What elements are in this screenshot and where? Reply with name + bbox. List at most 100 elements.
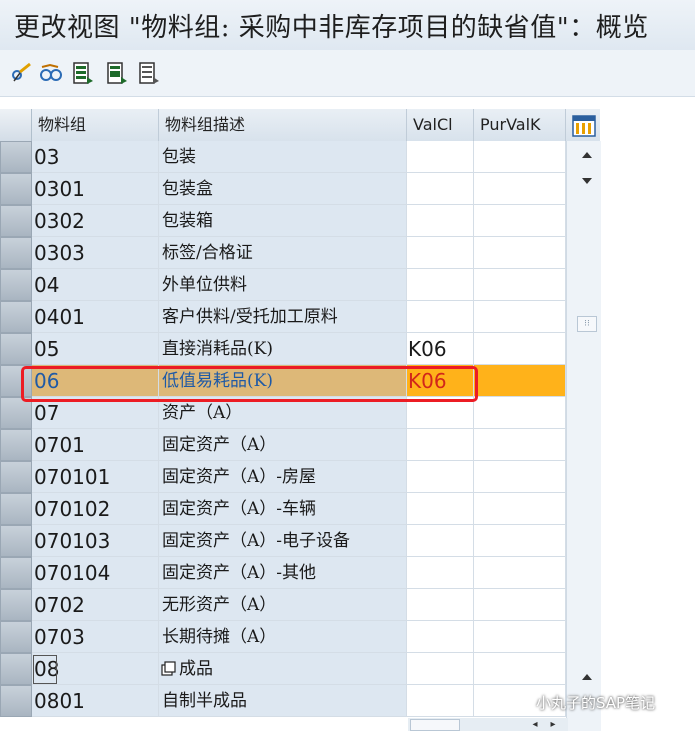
cell-description: 固定资产（A）-电子设备 [159, 525, 407, 557]
row-selector[interactable] [0, 301, 32, 333]
row-selector[interactable] [0, 237, 32, 269]
input-valcl[interactable] [407, 493, 474, 525]
cell-description: 自制半成品 [159, 685, 407, 717]
scroll-up-icon[interactable] [577, 148, 597, 162]
input-valcl[interactable]: K06 [407, 333, 474, 365]
select-all-rows-button[interactable] [0, 109, 32, 141]
wechat-icon [508, 691, 530, 713]
input-valcl[interactable] [407, 429, 474, 461]
column-settings-icon[interactable] [570, 112, 598, 140]
horizontal-scroll-thumb[interactable] [410, 719, 460, 731]
table-row[interactable]: 08 成品 [0, 653, 566, 685]
row-selector[interactable] [0, 525, 32, 557]
row-selector[interactable] [0, 621, 32, 653]
scroll-down-icon[interactable] [577, 174, 597, 188]
input-purvalk[interactable] [474, 141, 566, 173]
input-valcl[interactable] [407, 557, 474, 589]
row-selector[interactable] [0, 365, 32, 397]
input-purvalk[interactable] [474, 493, 566, 525]
table-row[interactable]: 0303 标签/合格证 [0, 237, 566, 269]
input-valcl[interactable] [407, 525, 474, 557]
input-valcl[interactable] [407, 301, 474, 333]
table-row[interactable]: 07 资产（A） [0, 397, 566, 429]
input-valcl[interactable] [407, 205, 474, 237]
input-valcl[interactable]: K06 [407, 365, 474, 397]
row-selector[interactable] [0, 141, 32, 173]
row-selector[interactable] [0, 461, 32, 493]
input-valcl[interactable] [407, 269, 474, 301]
input-purvalk[interactable] [474, 557, 566, 589]
input-valcl[interactable] [407, 621, 474, 653]
table-row[interactable]: 05 直接消耗品(K) K06 [0, 333, 566, 365]
input-valcl[interactable] [407, 589, 474, 621]
row-selector[interactable] [0, 685, 32, 717]
table-row[interactable]: 0801 自制半成品 [0, 685, 566, 717]
table-row[interactable]: 070103 固定资产（A）-电子设备 [0, 525, 566, 557]
table-row[interactable]: 0302 包装箱 [0, 205, 566, 237]
table-row[interactable]: 03 包装 [0, 141, 566, 173]
table-row[interactable]: 070104 固定资产（A）-其他 [0, 557, 566, 589]
select-block-icon[interactable] [104, 60, 130, 86]
input-purvalk[interactable] [474, 589, 566, 621]
row-selector[interactable] [0, 493, 32, 525]
cell-description: 直接消耗品(K) [159, 333, 407, 365]
input-purvalk[interactable] [474, 621, 566, 653]
input-purvalk[interactable] [474, 237, 566, 269]
row-selector[interactable] [0, 333, 32, 365]
input-valcl[interactable] [407, 237, 474, 269]
column-header-material-group[interactable]: 物料组 [32, 109, 159, 141]
table-row[interactable]: 04 外单位供料 [0, 269, 566, 301]
table-row[interactable]: 070102 固定资产（A）-车辆 [0, 493, 566, 525]
input-purvalk[interactable] [474, 333, 566, 365]
input-purvalk[interactable] [474, 653, 566, 685]
table-row[interactable]: 070101 固定资产（A）-房屋 [0, 461, 566, 493]
table-row[interactable]: 0702 无形资产（A） [0, 589, 566, 621]
cell-description: 固定资产（A）-其他 [159, 557, 407, 589]
vertical-scrollbar[interactable] [566, 141, 601, 731]
input-purvalk[interactable] [474, 429, 566, 461]
row-selector[interactable] [0, 269, 32, 301]
input-purvalk[interactable] [474, 397, 566, 429]
cell-description: 长期待摊（A） [159, 621, 407, 653]
scroll-right-icon[interactable]: ▸ [546, 719, 560, 731]
input-valcl[interactable] [407, 141, 474, 173]
row-selector[interactable] [0, 557, 32, 589]
scroll-thumb[interactable]: ⁝⁝ [577, 316, 597, 332]
input-purvalk[interactable] [474, 205, 566, 237]
column-header-description[interactable]: 物料组描述 [159, 109, 407, 141]
input-purvalk[interactable] [474, 525, 566, 557]
deselect-all-icon[interactable] [136, 60, 162, 86]
cell-material-group: 03 [32, 141, 159, 173]
input-cursor-focus [33, 655, 57, 684]
scroll-up-bottom-icon[interactable] [577, 670, 597, 684]
edit-glasses-icon[interactable] [8, 60, 34, 86]
input-purvalk[interactable] [474, 365, 566, 397]
table-row[interactable]: 0401 客户供料/受托加工原料 [0, 301, 566, 333]
cell-material-group: 0401 [32, 301, 159, 333]
input-valcl[interactable] [407, 685, 474, 717]
row-selector[interactable] [0, 205, 32, 237]
input-purvalk[interactable] [474, 461, 566, 493]
row-selector[interactable] [0, 397, 32, 429]
select-all-icon[interactable] [70, 60, 96, 86]
column-header-valcl[interactable]: ValCl [407, 109, 474, 141]
input-purvalk[interactable] [474, 173, 566, 205]
scroll-left-icon[interactable]: ◂ [528, 719, 542, 731]
input-valcl[interactable] [407, 653, 474, 685]
column-header-purvalk[interactable]: PurValK [474, 109, 566, 141]
input-valcl[interactable] [407, 461, 474, 493]
table-row[interactable]: 0301 包装盒 [0, 173, 566, 205]
row-selector[interactable] [0, 429, 32, 461]
input-purvalk[interactable] [474, 301, 566, 333]
input-purvalk[interactable] [474, 269, 566, 301]
input-valcl[interactable] [407, 397, 474, 429]
table-row[interactable]: 0703 长期待摊（A） [0, 621, 566, 653]
row-selector[interactable] [0, 173, 32, 205]
table-row[interactable]: 0701 固定资产（A） [0, 429, 566, 461]
toggle-display-change-icon[interactable] [38, 60, 64, 86]
cell-material-group: 070104 [32, 557, 159, 589]
row-selector[interactable] [0, 653, 32, 685]
input-valcl[interactable] [407, 173, 474, 205]
table-row[interactable]: 06 低值易耗品(K) K06 [0, 365, 566, 397]
row-selector[interactable] [0, 589, 32, 621]
